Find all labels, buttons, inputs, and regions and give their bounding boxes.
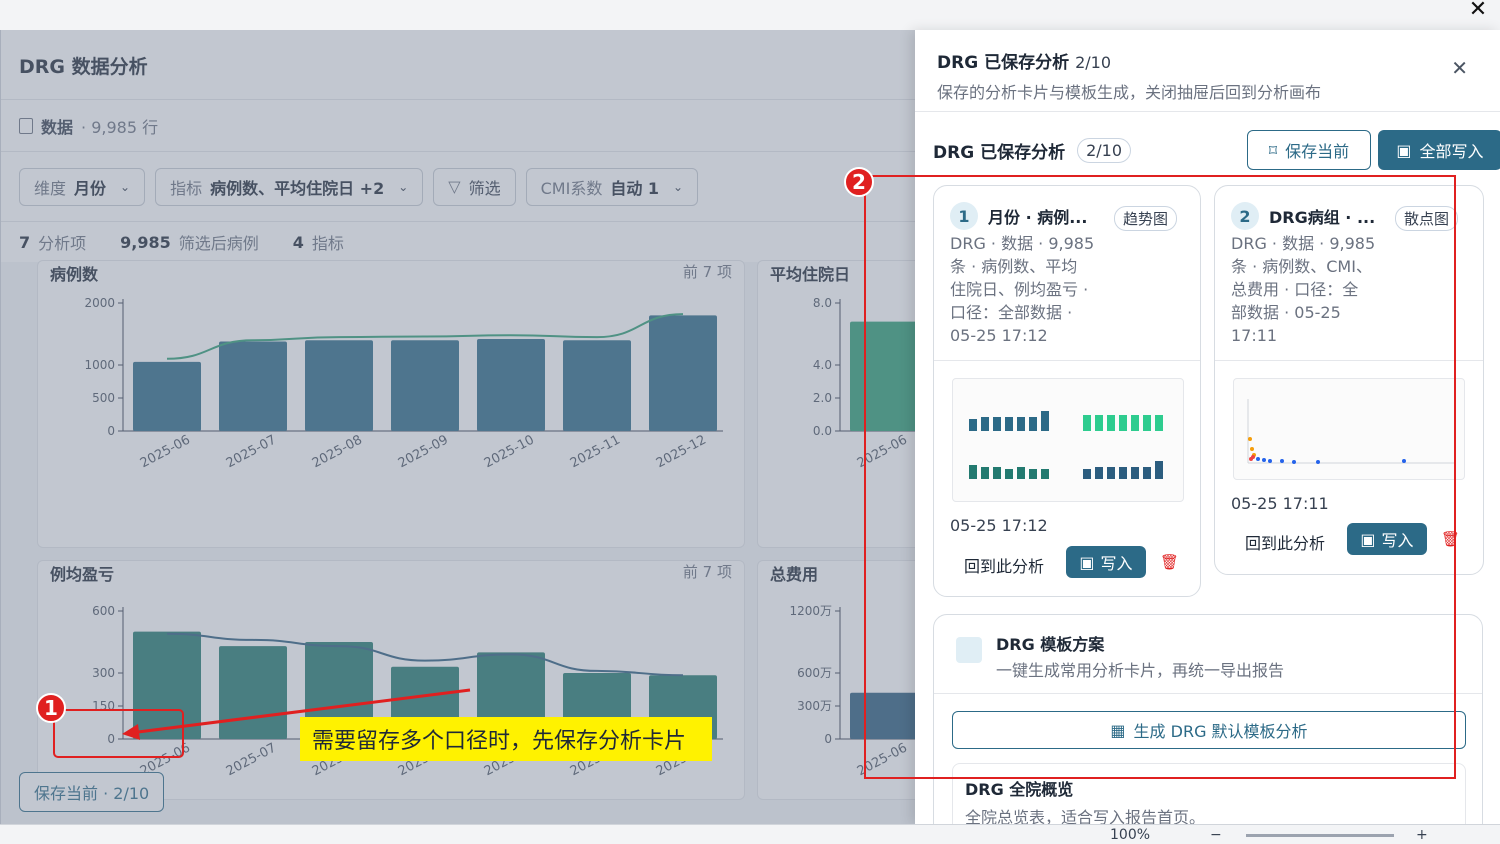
drawer-toolbar: DRG 已保存分析 2/10 ⌑ 保存当前 ▣ 全部写入 bbox=[933, 130, 1500, 170]
drawer-title-text: DRG 已保存分析 bbox=[937, 53, 1070, 73]
save-current-drawer-button[interactable]: ⌑ 保存当前 bbox=[1247, 130, 1371, 170]
template-item-subtitle: 全院总览表，适合写入报告首页。 bbox=[965, 808, 1206, 824]
status-bar: 100% − + bbox=[0, 824, 1500, 844]
bookmark-icon: ⌑ bbox=[1268, 140, 1278, 160]
template-item-title: DRG 全院概览 bbox=[965, 780, 1074, 799]
window-titlebar: ✕ bbox=[0, 0, 1500, 30]
count-pill: 2/10 bbox=[1077, 137, 1132, 163]
annotation-callout: 需要留存多个口径时，先保存分析卡片 bbox=[300, 717, 712, 761]
annotation-badge-2: 2 bbox=[844, 167, 874, 197]
close-icon[interactable]: ✕ bbox=[1451, 56, 1468, 80]
zoom-out-icon[interactable]: − bbox=[1210, 827, 1222, 843]
write-all-button[interactable]: ▣ 全部写入 bbox=[1378, 130, 1500, 170]
drawer-count: 2/10 bbox=[1075, 53, 1112, 72]
save-icon: ▣ bbox=[1396, 140, 1412, 160]
window-close-icon[interactable]: ✕ bbox=[1468, 0, 1488, 21]
drawer-subtitle: 保存的分析卡片与模板生成，关闭抽屉后回到分析画布 bbox=[937, 83, 1322, 102]
zoom-slider[interactable] bbox=[1246, 834, 1394, 837]
write-all-label: 全部写入 bbox=[1419, 142, 1484, 161]
drawer-title: DRG 已保存分析 2/10 bbox=[937, 48, 1478, 73]
zoom-level[interactable]: 100% bbox=[1110, 827, 1150, 843]
annotation-highlight-box bbox=[864, 175, 1456, 779]
save-current-label: 保存当前 bbox=[1285, 142, 1350, 161]
drawer-header: DRG 已保存分析 2/10 保存的分析卡片与模板生成，关闭抽屉后回到分析画布 ✕ bbox=[915, 30, 1500, 112]
modal-overlay[interactable] bbox=[0, 30, 915, 824]
zoom-in-icon[interactable]: + bbox=[1416, 827, 1428, 843]
toolbar-title: DRG 已保存分析 bbox=[933, 142, 1066, 163]
annotation-badge-1: 1 bbox=[36, 693, 66, 723]
